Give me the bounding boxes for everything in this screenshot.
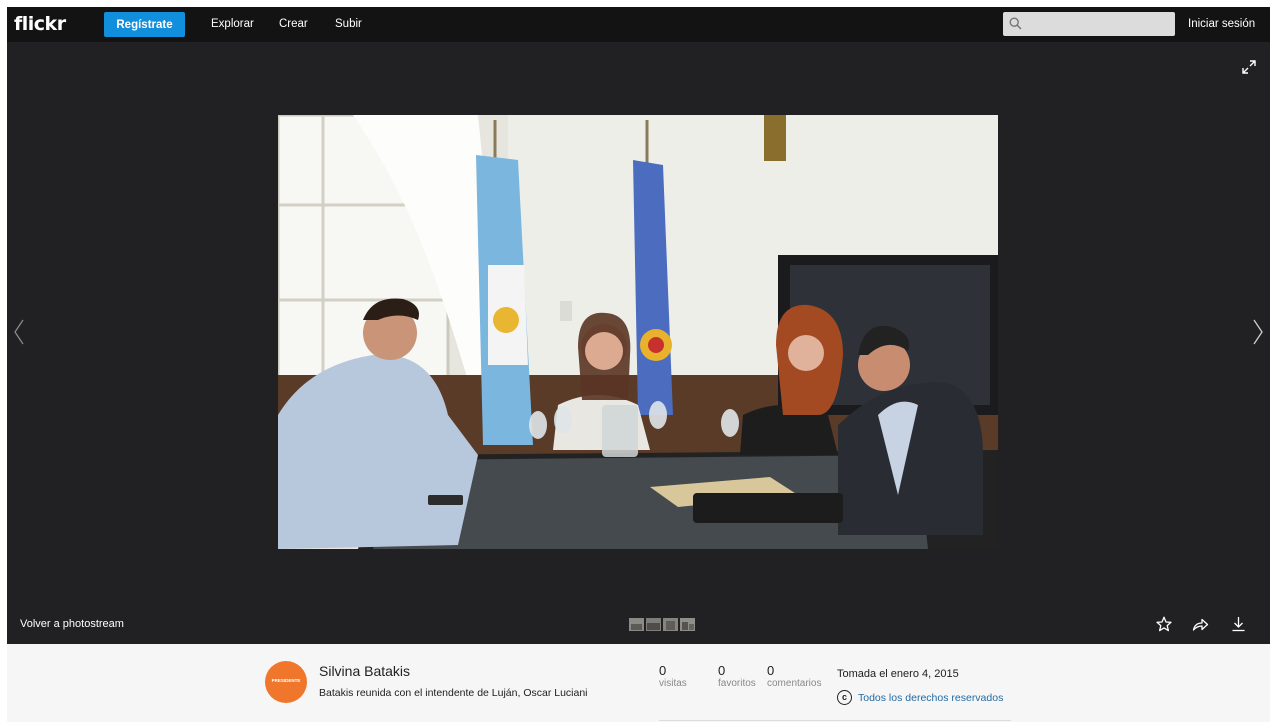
- stat-favorites: 0 favoritos: [718, 664, 756, 690]
- views-count: 0: [659, 663, 667, 678]
- login-link[interactable]: Iniciar sesión: [1188, 18, 1255, 30]
- expand-icon[interactable]: [1241, 59, 1257, 75]
- copyright-icon: c: [837, 690, 852, 705]
- stat-views: 0 visitas: [659, 664, 687, 690]
- signup-button[interactable]: Regístrate: [104, 12, 185, 37]
- author-avatar[interactable]: PRESIDENTE: [265, 661, 307, 703]
- license-row: c Todos los derechos reservados: [837, 690, 1003, 705]
- photo-description: Batakis reunida con el intendente de Luj…: [319, 687, 588, 699]
- favorites-label: favoritos: [718, 678, 756, 689]
- favorite-star-icon[interactable]: [1156, 616, 1172, 632]
- comments-label: comentarios: [767, 678, 822, 689]
- favorites-count: 0: [718, 663, 726, 678]
- thumbnail-3[interactable]: [663, 618, 678, 631]
- nav-create[interactable]: Crear: [279, 18, 308, 30]
- previous-photo-arrow-icon[interactable]: [12, 317, 26, 347]
- top-nav: flickr Regístrate Explorar Crear Subir I…: [7, 7, 1270, 42]
- next-photo-arrow-icon[interactable]: [1251, 317, 1265, 347]
- thumbnail-2[interactable]: [646, 618, 661, 631]
- search-input[interactable]: [1027, 12, 1172, 36]
- flickr-logo[interactable]: flickr: [14, 13, 66, 35]
- author-name-link[interactable]: Silvina Batakis: [319, 663, 410, 679]
- share-icon[interactable]: [1192, 616, 1209, 632]
- thumbnail-4[interactable]: [680, 618, 695, 631]
- search-icon: [1009, 17, 1022, 30]
- stats-divider: [659, 720, 1011, 721]
- avatar-label: PRESIDENTE: [271, 678, 301, 683]
- back-to-photostream-link[interactable]: Volver a photostream: [20, 618, 124, 630]
- photo-page: flickr Regístrate Explorar Crear Subir I…: [7, 7, 1270, 722]
- license-link[interactable]: Todos los derechos reservados: [858, 692, 1003, 704]
- nav-explore[interactable]: Explorar: [211, 18, 254, 30]
- comments-count: 0: [767, 663, 775, 678]
- date-taken: Tomada el enero 4, 2015: [837, 668, 959, 680]
- photo-info-bar: PRESIDENTE Silvina Batakis Batakis reuni…: [7, 644, 1270, 722]
- nav-upload[interactable]: Subir: [335, 18, 362, 30]
- download-icon[interactable]: [1231, 616, 1246, 632]
- thumbnail-strip: [629, 618, 695, 632]
- search-box[interactable]: [1003, 12, 1175, 36]
- thumbnail-1[interactable]: [629, 618, 644, 631]
- stat-comments: 0 comentarios: [767, 664, 821, 690]
- main-photo: [278, 115, 998, 549]
- views-label: visitas: [659, 678, 687, 689]
